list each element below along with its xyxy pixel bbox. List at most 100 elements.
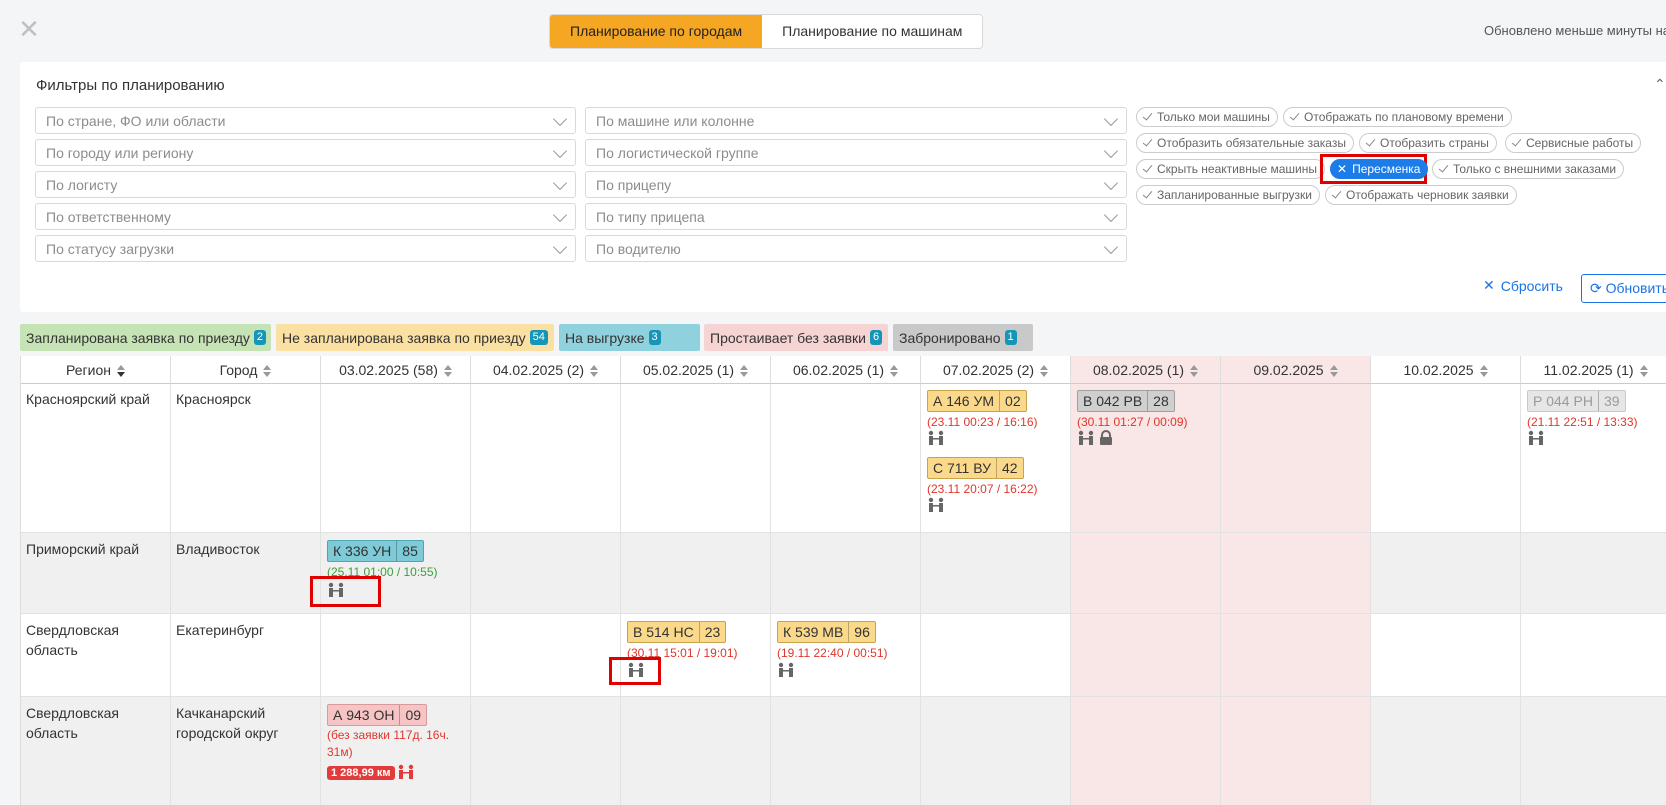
refresh-button[interactable]: ⟳ Обновить xyxy=(1581,274,1666,303)
header-date[interactable]: 05.02.2025 (1) xyxy=(621,356,771,384)
cell-city: Екатеринбург xyxy=(176,622,265,638)
row-divider xyxy=(21,613,1666,614)
sort-icon xyxy=(1190,365,1199,378)
header-date[interactable]: 04.02.2025 (2) xyxy=(471,356,621,384)
vehicle-time: 31м) xyxy=(327,745,353,759)
shift-change-icon xyxy=(777,662,795,681)
collapse-icon[interactable]: ⌃ xyxy=(1654,76,1666,93)
close-icon[interactable]: ✕ xyxy=(18,16,40,42)
filter-load-status-select[interactable]: По статусу загрузки xyxy=(35,235,576,262)
vehicle-number: 02 xyxy=(999,391,1026,411)
vehicle-card[interactable]: Р 044 РН 39 xyxy=(1527,390,1626,412)
shift-change-icon xyxy=(397,764,415,783)
filter-logist-select[interactable]: По логисту xyxy=(35,171,576,198)
header-label: 11.02.2025 (1) xyxy=(1543,362,1634,378)
check-icon xyxy=(1142,110,1153,121)
sort-icon xyxy=(1329,365,1338,378)
chevron-down-icon xyxy=(1103,239,1119,254)
cell-city: Красноярск xyxy=(176,391,251,407)
filter-trailer-select[interactable]: По прицепу xyxy=(585,171,1127,198)
tag-label: Сервисные работы xyxy=(1526,136,1634,150)
tag-hide-inactive[interactable]: Скрыть неактивные машины xyxy=(1136,159,1325,179)
header-date[interactable]: 07.02.2025 (2) xyxy=(921,356,1071,384)
select-placeholder: По прицепу xyxy=(596,176,672,193)
vehicle-plate: Р 044 РН xyxy=(1533,393,1593,409)
filter-city-select[interactable]: По городу или региону xyxy=(35,139,576,166)
tag-planned-unloads[interactable]: Запланированные выгрузки xyxy=(1136,185,1320,205)
cell-region: Приморский край xyxy=(26,541,140,557)
vehicle-plate: В 514 НС xyxy=(633,624,694,640)
vehicle-card[interactable]: В 042 РВ 28 xyxy=(1077,390,1175,412)
tag-label: Только мои машины xyxy=(1157,110,1270,124)
tab-vehicle-planning[interactable]: Планирование по машинам xyxy=(762,15,982,48)
shift-change-icon xyxy=(1527,430,1545,449)
vehicle-plate: А 146 УМ xyxy=(933,393,995,409)
tag-label: Скрыть неактивные машины xyxy=(1157,162,1317,176)
select-placeholder: По типу прицепа xyxy=(596,208,705,225)
vehicle-card[interactable]: К 336 УН 85 xyxy=(327,540,424,562)
highlight-box xyxy=(310,576,381,607)
header-label: 10.02.2025 xyxy=(1403,362,1474,378)
tag-external-orders[interactable]: Только с внешними заказами xyxy=(1432,159,1625,179)
header-date[interactable]: 06.02.2025 (1) xyxy=(771,356,921,384)
tab-city-planning[interactable]: Планирование по городам xyxy=(550,15,763,48)
tag-label: Отображать по плановому времени xyxy=(1304,110,1504,124)
header-label: Регион xyxy=(66,362,111,378)
vehicle-card[interactable]: С 711 ВУ 42 xyxy=(927,457,1024,479)
tag-shift-change[interactable]: ✕ Пересменка xyxy=(1330,159,1429,179)
legend-label: Запланирована заявка по приезду xyxy=(26,329,250,346)
header-label: 05.02.2025 (1) xyxy=(642,362,735,378)
filter-driver-select[interactable]: По водителю xyxy=(585,235,1127,262)
tag-service-works[interactable]: Сервисные работы xyxy=(1505,133,1642,153)
header-city[interactable]: Город xyxy=(171,356,321,384)
tag-planned-time[interactable]: Отображать по плановому времени xyxy=(1283,107,1512,127)
filter-country-select[interactable]: По стране, ФО или области xyxy=(35,107,576,134)
close-icon: ✕ xyxy=(1337,162,1348,176)
header-date[interactable]: 11.02.2025 (1) xyxy=(1521,356,1666,384)
vehicle-card[interactable]: К 539 МВ 96 xyxy=(777,621,876,643)
select-placeholder: По логисту xyxy=(46,176,118,193)
header-date[interactable]: 08.02.2025 (1) xyxy=(1071,356,1221,384)
tag-label: Отобразить обязательные заказы xyxy=(1157,136,1346,150)
header-date[interactable]: 03.02.2025 (58) xyxy=(321,356,471,384)
reset-button[interactable]: ✕ Сбросить xyxy=(1483,277,1563,294)
vehicle-time: (без заявки 117д. 16ч. xyxy=(327,728,450,742)
check-icon xyxy=(1438,162,1449,173)
column xyxy=(771,384,921,805)
select-placeholder: По статусу загрузки xyxy=(46,240,175,257)
select-placeholder: По машине или колонне xyxy=(596,112,755,129)
vehicle-plate: К 336 УН xyxy=(333,543,392,559)
header-date[interactable]: 09.02.2025 xyxy=(1221,356,1371,384)
chevron-down-icon xyxy=(1103,143,1119,158)
legend-booked: Забронировано 1 xyxy=(893,324,1033,351)
tag-show-countries[interactable]: Отобразить страны xyxy=(1359,133,1497,153)
vehicle-time: (30.11 01:27 / 00:09) xyxy=(1077,415,1188,429)
vehicle-plate: С 711 ВУ xyxy=(933,460,991,476)
shift-change-icon xyxy=(927,497,945,516)
cell-region: Свердловская область xyxy=(26,705,120,741)
vehicle-card[interactable]: В 514 НС 23 xyxy=(627,621,727,643)
header-date[interactable]: 10.02.2025 xyxy=(1371,356,1521,384)
filter-responsible-select[interactable]: По ответственному xyxy=(35,203,576,230)
tag-mandatory-orders[interactable]: Отобразить обязательные заказы xyxy=(1136,133,1354,153)
legend-count: 54 xyxy=(529,330,548,345)
tag-only-my-vehicles[interactable]: Только мои машины xyxy=(1136,107,1278,127)
tag-draft-request[interactable]: Отображать черновик заявки xyxy=(1325,185,1517,205)
chevron-down-icon xyxy=(552,239,568,254)
close-icon: ✕ xyxy=(1483,277,1495,293)
header-label: 03.02.2025 (58) xyxy=(339,362,438,378)
cell-city: Качканарский городской округ xyxy=(176,705,279,741)
vehicle-card[interactable]: А 943 ОН 09 xyxy=(327,704,428,726)
check-icon xyxy=(1289,110,1300,121)
filter-vehicle-select[interactable]: По машине или колонне xyxy=(585,107,1127,134)
header-region[interactable]: Регион xyxy=(21,356,171,384)
vehicle-card[interactable]: А 146 УМ 02 xyxy=(927,390,1027,412)
sort-icon xyxy=(590,365,599,378)
sort-icon xyxy=(740,365,749,378)
filter-logistic-group-select[interactable]: По логистической группе xyxy=(585,139,1127,166)
filter-trailer-type-select[interactable]: По типу прицепа xyxy=(585,203,1127,230)
legend-not-planned: Не запланирована заявка по приезду 54 xyxy=(276,324,554,351)
legend-label: Забронировано xyxy=(899,329,1001,346)
legend-idle: Простаивает без заявки 6 xyxy=(704,324,888,351)
header-label: 06.02.2025 (1) xyxy=(792,362,885,378)
